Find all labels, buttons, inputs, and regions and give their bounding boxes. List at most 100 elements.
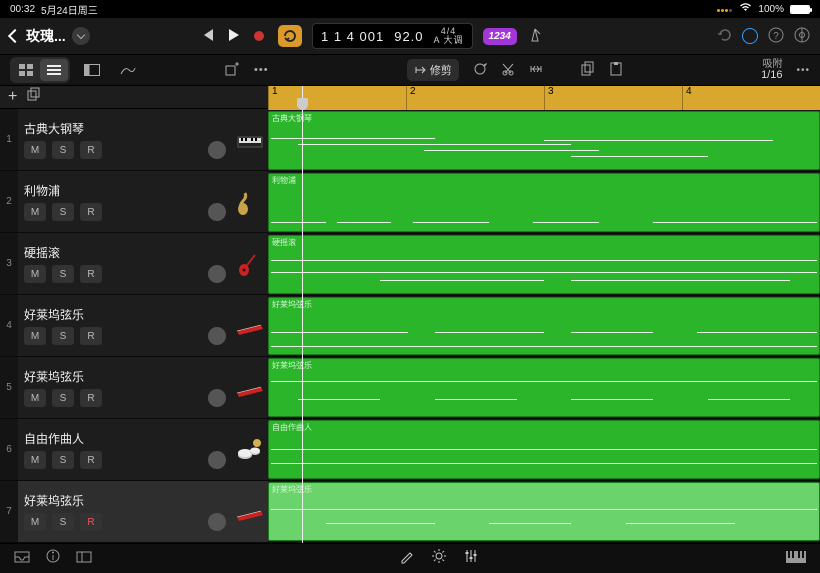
scissors-tool-button[interactable]: [501, 62, 515, 79]
solo-button[interactable]: S: [52, 327, 74, 345]
track-lane[interactable]: 好莱坞弦乐: [268, 481, 820, 543]
arrange-area[interactable]: 1 2 3 4 古典大钢琴利物浦硬摇滚好莱坞弦乐好莱坞弦乐自由作曲人好莱坞弦乐: [268, 86, 820, 543]
settings-button[interactable]: [794, 27, 810, 46]
progress-ring-icon[interactable]: [742, 28, 758, 44]
play-button[interactable]: [228, 29, 240, 44]
instrument-icon[interactable]: [232, 233, 268, 294]
metronome-icon[interactable]: [527, 27, 543, 46]
track-header[interactable]: 3硬摇滚MSR: [0, 233, 268, 295]
mute-button[interactable]: M: [24, 203, 46, 221]
solo-button[interactable]: S: [52, 513, 74, 531]
track-lane[interactable]: 利物浦: [268, 172, 820, 234]
pencil-tool-icon[interactable]: [400, 549, 414, 568]
solo-button[interactable]: S: [52, 389, 74, 407]
solo-button[interactable]: S: [52, 203, 74, 221]
solo-button[interactable]: S: [52, 451, 74, 469]
track-header[interactable]: 5好莱坞弦乐MSR: [0, 357, 268, 419]
rewind-button[interactable]: [200, 29, 214, 44]
chevron-down-icon: [76, 31, 84, 39]
track-lane[interactable]: 硬摇滚: [268, 234, 820, 296]
track-lane[interactable]: 好莱坞弦乐: [268, 357, 820, 419]
track-number: 6: [0, 419, 18, 480]
solo-button[interactable]: S: [52, 265, 74, 283]
track-header[interactable]: 1古典大钢琴MSR: [0, 109, 268, 171]
mute-button[interactable]: M: [24, 389, 46, 407]
duplicate-track-button[interactable]: [27, 88, 41, 107]
mixer-icon[interactable]: [464, 549, 478, 568]
track-header[interactable]: 7好莱坞弦乐MSR: [0, 481, 268, 543]
midi-region[interactable]: 利物浦: [268, 173, 820, 232]
loop-tool-button[interactable]: [473, 62, 487, 79]
automation-toggle-button[interactable]: [114, 59, 142, 81]
midi-region[interactable]: 好莱坞弦乐: [268, 297, 820, 356]
inbox-icon[interactable]: [14, 550, 30, 568]
midi-region[interactable]: 好莱坞弦乐: [268, 358, 820, 417]
record-enable-button[interactable]: R: [80, 389, 102, 407]
help-button[interactable]: ?: [768, 27, 784, 46]
library-icon[interactable]: [76, 550, 92, 568]
more-button[interactable]: •••: [254, 64, 269, 76]
record-enable-button[interactable]: R: [80, 265, 102, 283]
volume-knob[interactable]: [208, 203, 226, 221]
midi-region[interactable]: 古典大钢琴: [268, 111, 820, 170]
view-grid-button[interactable]: [12, 59, 40, 81]
volume-knob[interactable]: [208, 389, 226, 407]
join-tool-button[interactable]: [529, 62, 543, 79]
mute-button[interactable]: M: [24, 451, 46, 469]
volume-knob[interactable]: [208, 327, 226, 345]
keyboard-icon[interactable]: [786, 550, 806, 568]
instrument-icon[interactable]: [232, 109, 268, 170]
track-lane[interactable]: 自由作曲人: [268, 419, 820, 481]
midi-region[interactable]: 自由作曲人: [268, 420, 820, 479]
window-toggle-button[interactable]: [78, 59, 106, 81]
brightness-icon[interactable]: [432, 549, 446, 568]
record-enable-button[interactable]: R: [80, 451, 102, 469]
mute-button[interactable]: M: [24, 141, 46, 159]
trim-tool-button[interactable]: 修剪: [407, 59, 459, 81]
volume-knob[interactable]: [208, 265, 226, 283]
instrument-icon[interactable]: [232, 295, 268, 356]
project-menu-button[interactable]: [72, 27, 90, 45]
track-header[interactable]: 2利物浦MSR: [0, 171, 268, 233]
copy-button[interactable]: [581, 62, 595, 79]
volume-knob[interactable]: [208, 451, 226, 469]
clipboard-button[interactable]: [609, 62, 623, 79]
instrument-icon[interactable]: [232, 419, 268, 480]
cycle-button[interactable]: [278, 25, 302, 47]
instrument-icon[interactable]: [232, 481, 268, 542]
timeline-ruler[interactable]: 1 2 3 4: [268, 86, 820, 110]
more-tools-button[interactable]: •••: [796, 65, 810, 76]
info-icon[interactable]: [46, 549, 60, 568]
midi-region[interactable]: 硬摇滚: [268, 235, 820, 294]
track-header[interactable]: 6自由作曲人MSR: [0, 419, 268, 481]
undo-button[interactable]: [716, 27, 732, 46]
solo-button[interactable]: S: [52, 141, 74, 159]
add-region-button[interactable]: [218, 59, 246, 81]
track-header[interactable]: 4好莱坞弦乐MSR: [0, 295, 268, 357]
record-button[interactable]: [254, 31, 264, 41]
back-chevron-icon[interactable]: [8, 29, 22, 43]
mute-button[interactable]: M: [24, 327, 46, 345]
mute-button[interactable]: M: [24, 265, 46, 283]
key-command-button[interactable]: 1234: [483, 28, 517, 45]
record-enable-button[interactable]: R: [80, 513, 102, 531]
record-enable-button[interactable]: R: [80, 141, 102, 159]
project-title[interactable]: 玫瑰...: [26, 26, 66, 46]
record-enable-button[interactable]: R: [80, 327, 102, 345]
track-list-header: +: [0, 86, 268, 109]
lcd-display[interactable]: 1 1 4 001 92.0 4/4 A 大调: [312, 23, 473, 49]
instrument-icon[interactable]: [232, 171, 268, 232]
midi-region[interactable]: 好莱坞弦乐: [268, 482, 820, 541]
view-list-button[interactable]: [40, 59, 68, 81]
playhead[interactable]: [302, 86, 303, 543]
instrument-icon[interactable]: [232, 357, 268, 418]
mute-button[interactable]: M: [24, 513, 46, 531]
snap-menu[interactable]: 吸附 1/16: [761, 60, 782, 81]
track-lane[interactable]: 好莱坞弦乐: [268, 296, 820, 358]
record-enable-button[interactable]: R: [80, 203, 102, 221]
track-lane[interactable]: 古典大钢琴: [268, 110, 820, 172]
volume-knob[interactable]: [208, 513, 226, 531]
volume-knob[interactable]: [208, 141, 226, 159]
add-track-button[interactable]: +: [8, 89, 17, 105]
track-number: 3: [0, 233, 18, 294]
